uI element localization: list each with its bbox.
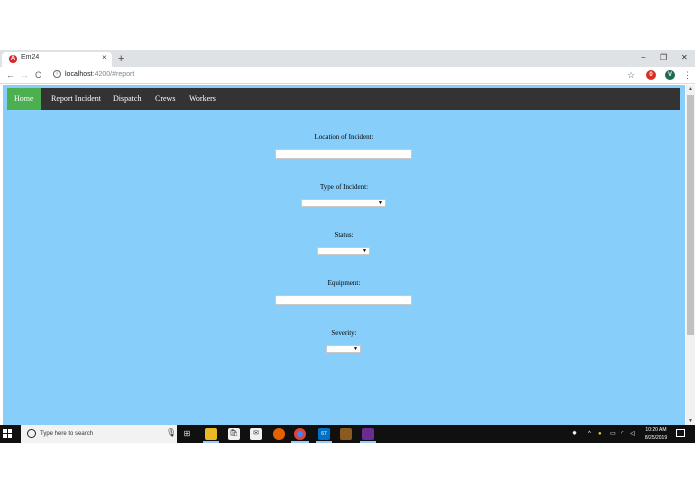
- notifications-icon[interactable]: [676, 429, 685, 437]
- browser-tab[interactable]: A Em24 ×: [2, 52, 112, 67]
- volume-icon[interactable]: ◁: [630, 429, 635, 439]
- vertical-scrollbar[interactable]: ▲ ▼: [686, 85, 695, 425]
- type-select[interactable]: ▼: [301, 199, 386, 207]
- top-navbar: Home Report Incident Dispatch Crews Work…: [7, 88, 680, 110]
- equipment-input[interactable]: [275, 295, 412, 305]
- extension-icon[interactable]: V: [665, 70, 675, 80]
- new-tab-button[interactable]: +: [118, 52, 124, 66]
- extension-icon[interactable]: 0: [646, 70, 656, 80]
- nav-home[interactable]: Home: [7, 88, 41, 110]
- dropdown-arrow-icon: ▼: [353, 346, 358, 352]
- search-icon: [27, 429, 36, 438]
- nav-crews[interactable]: Crews: [148, 88, 182, 110]
- task-view-icon[interactable]: ⊞: [181, 428, 193, 440]
- forward-arrow-icon[interactable]: →: [20, 69, 29, 81]
- location-label: Location of Incident:: [314, 133, 374, 141]
- clock-date: 8/25/2019: [644, 435, 668, 441]
- dropdown-arrow-icon: ▼: [378, 200, 383, 206]
- page-viewport: Home Report Incident Dispatch Crews Work…: [3, 85, 685, 425]
- store-icon[interactable]: 🛍: [228, 428, 240, 440]
- windows-start-icon[interactable]: [3, 429, 13, 439]
- browser-menu-icon[interactable]: ⋮: [683, 69, 692, 81]
- system-clock[interactable]: 10:20 AM 8/25/2019: [640, 426, 672, 442]
- bookmark-star-icon[interactable]: ☆: [627, 69, 635, 81]
- people-icon[interactable]: ✸: [572, 429, 577, 439]
- clock-time: 10:20 AM: [645, 427, 667, 433]
- wifi-icon[interactable]: ◜: [621, 429, 623, 439]
- severity-select[interactable]: ▼: [326, 345, 361, 353]
- outlook-icon[interactable]: 67: [318, 428, 330, 440]
- status-label: Status:: [334, 231, 354, 239]
- battery-icon[interactable]: ▭: [610, 429, 616, 439]
- angular-favicon-icon: A: [9, 55, 17, 63]
- visual-studio-icon[interactable]: [362, 428, 374, 440]
- windows-taskbar: Type here to search 🎙 ⊞ 🛍 ✉ 67 ✸ ^ ● ▭ ◜…: [0, 425, 695, 443]
- address-bar[interactable]: i localhost:4200/#report: [50, 69, 620, 81]
- reload-icon[interactable]: C: [35, 69, 42, 81]
- tab-title: Em24: [21, 54, 40, 61]
- minimize-button[interactable]: −: [641, 53, 646, 62]
- back-arrow-icon[interactable]: ←: [6, 69, 15, 81]
- mail-icon[interactable]: ✉: [250, 428, 262, 440]
- url-text[interactable]: localhost:4200/#report: [65, 69, 134, 81]
- tab-close-icon[interactable]: ×: [102, 53, 107, 62]
- chrome-icon[interactable]: [294, 428, 306, 440]
- severity-label: Severity:: [331, 329, 357, 337]
- type-label: Type of Incident:: [319, 183, 369, 191]
- status-select[interactable]: ▼: [317, 247, 370, 255]
- nav-dispatch[interactable]: Dispatch: [106, 88, 148, 110]
- info-icon[interactable]: i: [53, 70, 61, 78]
- file-explorer-icon[interactable]: [205, 428, 217, 440]
- taskbar-search-box[interactable]: Type here to search 🎙: [21, 425, 177, 443]
- equipment-label: Equipment:: [327, 279, 361, 287]
- nav-report-incident[interactable]: Report Incident: [44, 88, 108, 110]
- scrollbar-thumb[interactable]: [687, 95, 694, 335]
- location-input[interactable]: [275, 149, 412, 159]
- firefox-icon[interactable]: [273, 428, 285, 440]
- scroll-down-icon[interactable]: ▼: [687, 418, 694, 424]
- microphone-icon[interactable]: 🎙: [166, 428, 176, 437]
- search-placeholder[interactable]: Type here to search: [40, 425, 93, 443]
- mail-badge: 67: [321, 431, 327, 437]
- nav-workers[interactable]: Workers: [182, 88, 223, 110]
- tray-app-icon[interactable]: ●: [598, 429, 602, 439]
- window-close-button[interactable]: ✕: [681, 53, 688, 62]
- scroll-up-icon[interactable]: ▲: [687, 86, 694, 92]
- restore-button[interactable]: ❐: [660, 53, 667, 62]
- dropdown-arrow-icon: ▼: [362, 248, 367, 254]
- app-icon[interactable]: [340, 428, 352, 440]
- show-hidden-icons-icon[interactable]: ^: [588, 429, 591, 439]
